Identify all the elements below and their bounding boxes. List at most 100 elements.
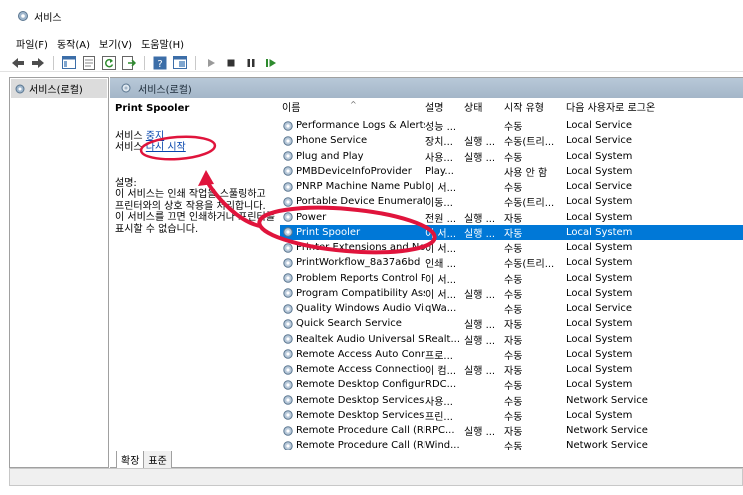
service-startup-type: 자동	[504, 213, 523, 225]
service-row[interactable]: Quick Search Service 실행 ... 자동 Local System	[280, 316, 743, 331]
service-row[interactable]: Realtek Audio Universal Ser...Realt...실행…	[280, 332, 743, 347]
service-row[interactable]: Print Spooler 이 서... 실행 ... 자동 Local System	[280, 224, 743, 240]
tab-standard[interactable]: 표준	[143, 450, 172, 469]
tab-extended[interactable]: 확장	[116, 450, 145, 469]
column-header-startup-type[interactable]: 시작 유형	[504, 99, 566, 114]
service-row[interactable]: Remote Procedure Call (RP... Wind... 수동 Net…	[280, 438, 743, 450]
service-row[interactable]: Remote Access Auto Conn... 프로... 수동 Local S…	[280, 347, 743, 362]
service-row[interactable]: Remote Desktop Configura...RDC... 수동 Local…	[280, 377, 743, 392]
service-row[interactable]: Remote Access Connection...이 컴... 실행 ... 자…	[280, 362, 743, 377]
service-description: 사용...	[425, 396, 453, 408]
service-description: 성능 ...	[425, 122, 457, 134]
service-description: Play...	[425, 165, 454, 177]
service-name: Remote Desktop Configura...	[280, 379, 425, 391]
service-gear-icon	[283, 166, 293, 177]
extended-description-panel: Print Spooler 서비스 중지 서비스 다시 시작 설명: 이 서비스…	[110, 98, 280, 450]
menu-action[interactable]: 동작(A)	[57, 34, 95, 53]
service-startup-type: 수동	[504, 350, 523, 362]
service-row[interactable]: Remote Procedure Call (RP... RPC... 실행 ...…	[280, 423, 743, 438]
service-startup-type: 수동	[504, 305, 523, 317]
menu-file[interactable]: 파일(F)	[16, 34, 53, 53]
service-log-on-as: Local System	[566, 272, 633, 284]
menu-help[interactable]: 도움말(H)	[141, 34, 189, 53]
service-startup-type: 자동	[504, 228, 523, 240]
service-name: Quick Search Service	[280, 318, 425, 330]
export-icon[interactable]	[121, 55, 137, 71]
sort-ascending-icon: ^	[350, 100, 357, 109]
service-row[interactable]: PNRP Machine Name Publi... 이 서... 수동 Local …	[280, 179, 743, 194]
services-gear-icon	[15, 84, 25, 93]
forward-icon[interactable]	[30, 55, 46, 71]
service-name-text: Remote Desktop Services ...	[296, 409, 425, 421]
service-name: Quality Windows Audio Vi...	[280, 303, 425, 315]
service-row[interactable]: Phone Service 장치... 실행 ... 수동(트리... Local Se…	[280, 133, 743, 148]
service-row[interactable]: Problem Reports Control P... 이 서... 수동 Loca…	[280, 271, 743, 286]
service-log-on-as: Network Service	[566, 394, 648, 406]
service-status: 실행 ...	[464, 427, 496, 439]
stop-icon[interactable]	[223, 55, 239, 71]
service-name: Phone Service	[280, 135, 425, 147]
service-gear-icon	[283, 441, 293, 450]
service-row[interactable]: PMBDeviceInfoProvider Play... 사용 안 함 Local …	[280, 164, 743, 179]
service-startup-type: 수동(트리...	[504, 198, 555, 210]
help-icon[interactable]: ?	[152, 55, 168, 71]
service-gear-icon	[283, 242, 293, 253]
service-row[interactable]: Power 전원 ... 실행 ... 자동 Local System	[280, 210, 743, 225]
service-gear-icon	[283, 197, 293, 207]
service-row[interactable]: Quality Windows Audio Vi... qWa... 수동 Local…	[280, 301, 743, 316]
service-row[interactable]: Plug and Play 사용... 실행 ... 수동 Local System	[280, 149, 743, 164]
service-description: 전원 ...	[425, 213, 457, 225]
service-row[interactable]: Remote Desktop Services ... 프린... 수동 Local …	[280, 408, 743, 423]
toolbar-separator	[144, 55, 145, 70]
service-startup-type: 자동	[504, 335, 523, 347]
service-description: 이 서...	[425, 289, 457, 301]
service-gear-icon	[283, 319, 293, 329]
service-name-text: Quick Search Service	[296, 318, 402, 330]
service-name: Realtek Audio Universal Ser...	[280, 333, 425, 345]
menu-view[interactable]: 보기(V)	[99, 34, 137, 53]
service-log-on-as: Network Service	[566, 425, 648, 437]
column-header-description[interactable]: 설명	[425, 99, 464, 114]
service-row[interactable]: PrintWorkflow_8a37a6bd 인쇄 ... 수동(트리... Loca…	[280, 255, 743, 270]
service-name: Remote Procedure Call (RP...	[280, 425, 425, 437]
services-pane: 서비스(로컬) Print Spooler 서비스 중지 서비스 다시 시작 설…	[110, 77, 743, 469]
service-row[interactable]: Program Compatibility Assi...이 서... 실행 ..…	[280, 286, 743, 301]
service-gear-icon	[283, 120, 293, 131]
service-row[interactable]: Portable Device Enumerato...이동... 수동(트리..…	[280, 194, 743, 209]
service-gear-icon	[283, 212, 293, 222]
service-gear-icon	[283, 395, 293, 405]
tree-item-services-local[interactable]: 서비스(로컬)	[11, 79, 107, 98]
service-gear-icon	[283, 380, 293, 390]
service-log-on-as: Local System	[566, 409, 633, 421]
pause-icon[interactable]	[243, 55, 259, 71]
view-icon[interactable]	[172, 55, 188, 71]
service-name-text: Performance Logs & Alerts	[296, 120, 425, 132]
service-log-on-as: Local Service	[566, 181, 633, 193]
service-name-text: Remote Procedure Call (RP...	[296, 440, 425, 450]
stop-service-link[interactable]: 중지	[146, 131, 164, 142]
service-status: 실행 ...	[464, 228, 496, 240]
service-row[interactable]: Performance Logs & Alerts 성능 ... 수동 Local S…	[280, 118, 743, 133]
service-name-text: Remote Access Connection...	[296, 364, 425, 376]
service-description: 이 서...	[425, 274, 457, 286]
service-startup-type: 수동	[504, 274, 523, 286]
service-name: Performance Logs & Alerts	[280, 120, 425, 132]
service-gear-icon	[283, 258, 293, 268]
service-gear-icon	[283, 136, 293, 146]
service-row[interactable]: Printer Extensions and Not... 이 서... 수동 Loc…	[280, 240, 743, 255]
service-startup-type: 수동	[504, 152, 523, 164]
back-icon[interactable]	[10, 55, 26, 71]
service-gear-icon	[283, 288, 293, 299]
restart-service-link[interactable]: 다시 시작	[146, 142, 186, 153]
console-tree-icon[interactable]	[61, 55, 77, 71]
resume-icon[interactable]	[263, 55, 279, 71]
service-startup-type: 자동	[504, 320, 523, 332]
service-log-on-as: Network Service	[566, 440, 648, 450]
service-row[interactable]: Remote Desktop Services 사용... 수동 Network Se…	[280, 393, 743, 408]
window-title: 서비스	[34, 12, 62, 24]
refresh-icon[interactable]	[101, 55, 117, 71]
column-header-status[interactable]: 상태	[464, 99, 504, 114]
column-header-log-on-as[interactable]: 다음 사용자로 로그온	[566, 99, 736, 114]
properties-icon[interactable]	[81, 55, 97, 71]
start-icon[interactable]	[203, 55, 219, 71]
